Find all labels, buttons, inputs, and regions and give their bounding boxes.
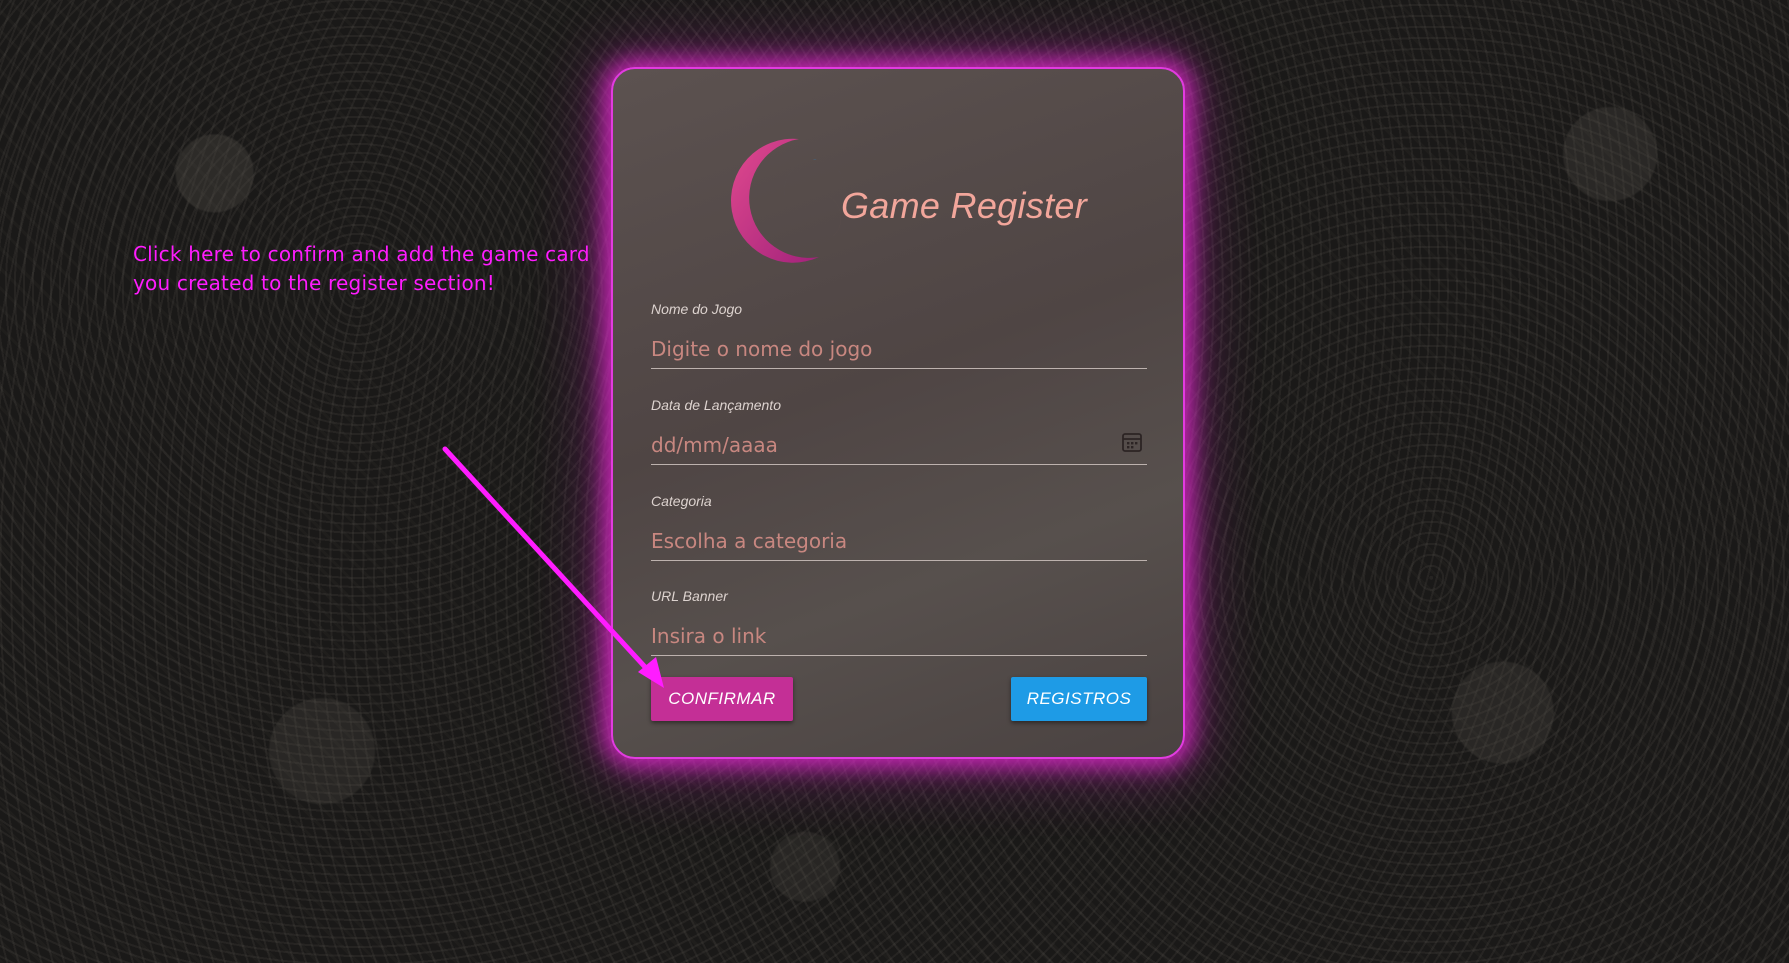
confirm-button[interactable]: CONFIRMAR — [651, 677, 793, 721]
calendar-icon[interactable] — [1121, 431, 1143, 453]
release-date-input[interactable] — [651, 425, 1147, 465]
app-title: Game Register — [841, 185, 1087, 226]
registros-button[interactable]: REGISTROS — [1011, 677, 1147, 721]
game-register-card: Game Register Nome do Jogo Data de Lança… — [611, 67, 1185, 759]
category-input[interactable] — [651, 521, 1147, 561]
url-banner-input[interactable] — [651, 616, 1147, 656]
game-name-input[interactable] — [651, 329, 1147, 369]
annotation-text: Click here to confirm and add the game c… — [133, 242, 590, 295]
crescent-logo-icon — [731, 138, 845, 263]
release-date-label: Data de Lançamento — [651, 397, 781, 413]
game-name-label: Nome do Jogo — [651, 301, 743, 317]
url-banner-label: URL Banner — [651, 588, 728, 604]
category-label: Categoria — [651, 493, 712, 509]
